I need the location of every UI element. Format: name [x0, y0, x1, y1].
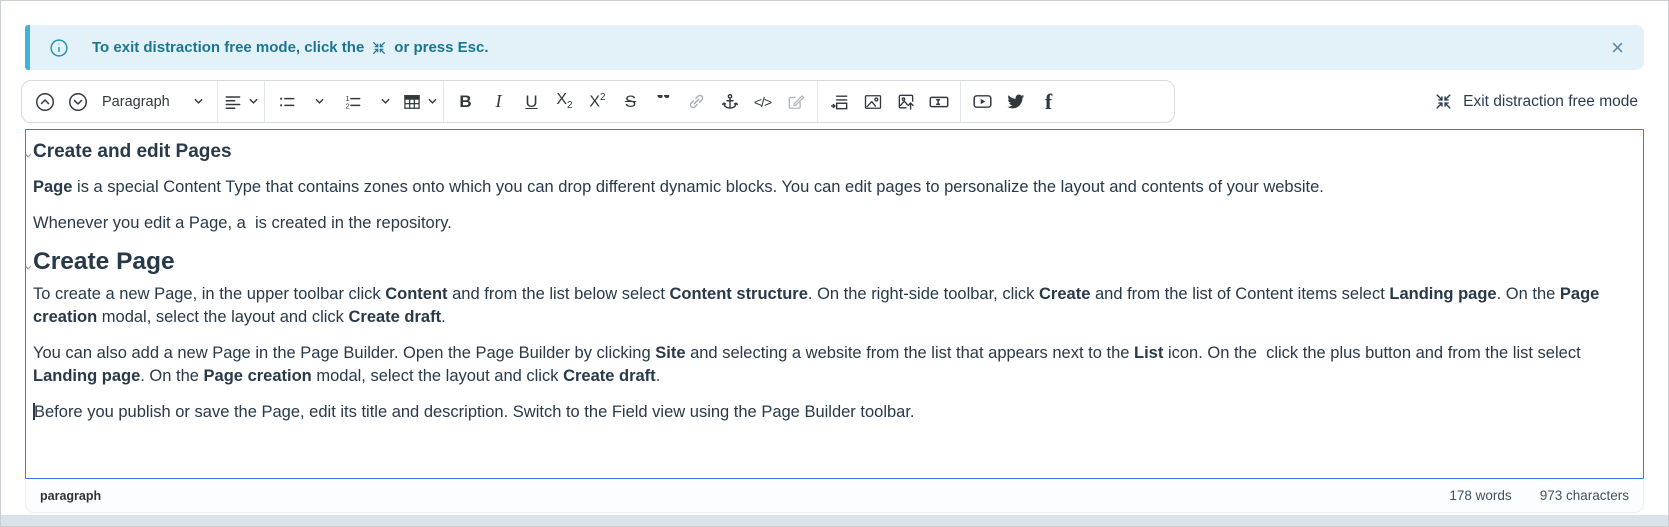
editor-content-area[interactable]: Create and edit Pages Page is a special …: [25, 129, 1644, 479]
insert-block-button[interactable]: [823, 84, 856, 120]
banner-close-button[interactable]: ×: [1611, 37, 1624, 59]
chevron-down-icon: [427, 96, 438, 107]
superscript-button[interactable]: X2: [581, 84, 614, 120]
strikethrough-button[interactable]: S: [614, 84, 647, 120]
character-count: 973 characters: [1540, 488, 1629, 503]
chevron-down-icon: [380, 96, 391, 107]
editor-toolbar: Paragraph 1 2: [21, 80, 1175, 123]
banner-message-before: To exit distraction free mode, click the: [92, 39, 364, 56]
bulleted-list-icon: [277, 92, 297, 112]
compress-icon: [371, 40, 387, 56]
insert-image-button[interactable]: [856, 84, 889, 120]
blockquote-icon: “: [656, 95, 671, 109]
insert-table-dropdown[interactable]: [402, 84, 438, 120]
toolbar-separator: [443, 81, 444, 122]
paragraph-style-label: Paragraph: [102, 94, 170, 110]
move-down-button[interactable]: [61, 84, 94, 120]
code-button[interactable]: </>: [746, 84, 779, 120]
editor-status-bar: paragraph 178 words 973 characters: [25, 479, 1644, 513]
underline-icon: U: [525, 92, 537, 112]
svg-text:2: 2: [345, 101, 349, 110]
code-icon: </>: [754, 94, 771, 110]
current-block-type: paragraph: [40, 489, 101, 503]
word-count: 178 words: [1449, 488, 1511, 503]
exit-distraction-free-label: Exit distraction free mode: [1463, 93, 1638, 111]
paragraph[interactable]: Before you publish or save the Page, edi…: [33, 401, 1635, 424]
toolbar-separator: [217, 81, 218, 122]
subscript-button[interactable]: X2: [548, 84, 581, 120]
document-counters: 178 words 973 characters: [1449, 488, 1629, 503]
paragraph[interactable]: To create a new Page, in the upper toolb…: [33, 283, 1635, 329]
embed-youtube-button[interactable]: [966, 84, 999, 120]
youtube-icon: [972, 91, 993, 112]
link-button[interactable]: [680, 84, 713, 120]
embed-twitter-button[interactable]: [999, 84, 1032, 120]
source-editing-button[interactable]: [779, 84, 812, 120]
subscript-icon: X2: [556, 91, 572, 111]
numbered-list-button[interactable]: 1 2: [336, 84, 369, 120]
heading-widget-marker-icon: [25, 250, 32, 280]
paragraph[interactable]: Page is a special Content Type that cont…: [33, 176, 1635, 199]
chevron-down-icon: [193, 96, 204, 107]
compress-icon: [1434, 92, 1453, 111]
italic-icon: I: [496, 91, 502, 112]
banner-message: To exit distraction free mode, click the…: [92, 39, 489, 56]
numbered-list-icon: 1 2: [343, 92, 363, 112]
strikethrough-icon: S: [625, 92, 636, 112]
toolbar-separator: [264, 81, 265, 122]
embed-facebook-button[interactable]: f: [1032, 84, 1065, 120]
anchor-button[interactable]: [713, 84, 746, 120]
italic-button[interactable]: I: [482, 84, 515, 120]
toolbar-separator: [960, 81, 961, 122]
text-field-icon: [928, 91, 950, 113]
link-icon: [686, 91, 707, 112]
anchor-icon: [720, 92, 740, 112]
heading-widget-marker-icon: [25, 143, 32, 166]
paragraph-style-dropdown[interactable]: Paragraph: [94, 84, 212, 120]
exit-distraction-free-button[interactable]: Exit distraction free mode: [1434, 80, 1638, 123]
banner-message-after: or press Esc.: [394, 39, 488, 56]
heading-create-page[interactable]: Create Page: [33, 247, 1635, 277]
info-icon: [48, 37, 70, 59]
upload-image-button[interactable]: [889, 84, 922, 120]
table-icon: [402, 92, 422, 112]
text-field-button[interactable]: [922, 84, 955, 120]
text-alignment-dropdown[interactable]: [223, 84, 259, 120]
paragraph[interactable]: Whenever you edit a Page, a is created i…: [33, 212, 1635, 235]
chevron-up-circle-icon: [34, 91, 56, 113]
superscript-icon: X2: [589, 92, 605, 111]
align-left-icon: [223, 92, 243, 112]
page-bottom-strip: [1, 515, 1668, 526]
twitter-icon: [1005, 91, 1026, 112]
bold-button[interactable]: B: [449, 84, 482, 120]
numbered-list-dropdown[interactable]: [369, 84, 402, 120]
edit-source-icon: [786, 92, 806, 112]
image-upload-icon: [896, 92, 916, 112]
underline-button[interactable]: U: [515, 84, 548, 120]
distraction-free-editor-page: To exit distraction free mode, click the…: [0, 0, 1669, 527]
chevron-down-icon: [314, 96, 325, 107]
insert-block-icon: [830, 92, 850, 112]
bold-icon: B: [459, 92, 471, 112]
chevron-down-circle-icon: [67, 91, 89, 113]
heading-create-and-edit-pages[interactable]: Create and edit Pages: [33, 140, 1635, 163]
move-up-button[interactable]: [28, 84, 61, 120]
paragraph[interactable]: You can also add a new Page in the Page …: [33, 342, 1635, 388]
bulleted-list-dropdown[interactable]: [303, 84, 336, 120]
image-icon: [863, 92, 883, 112]
toolbar-separator: [817, 81, 818, 122]
bulleted-list-button[interactable]: [270, 84, 303, 120]
facebook-icon: f: [1045, 89, 1052, 115]
blockquote-button[interactable]: “: [647, 84, 680, 120]
chevron-down-icon: [248, 96, 259, 107]
exit-mode-banner: To exit distraction free mode, click the…: [25, 25, 1644, 70]
